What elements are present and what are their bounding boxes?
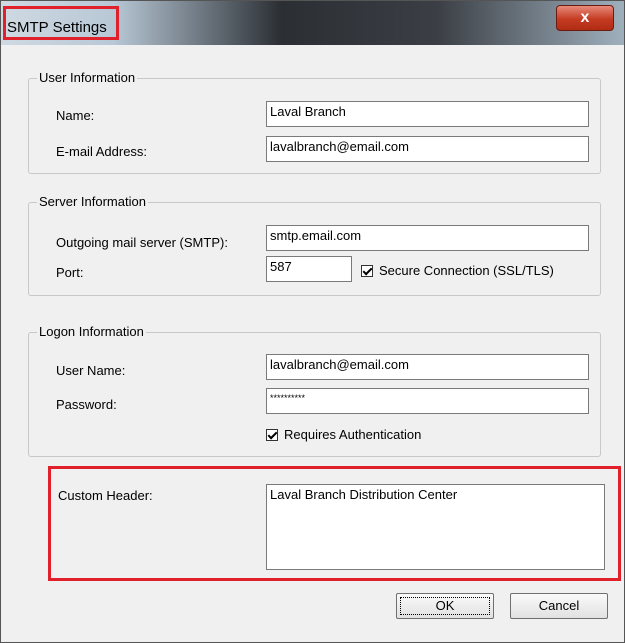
window-title: SMTP Settings — [7, 19, 107, 36]
email-label: E-mail Address: — [56, 144, 148, 159]
username-label: User Name: — [56, 363, 126, 378]
port-label: Port: — [56, 265, 84, 280]
smtp-server-input[interactable]: smtp.email.com — [266, 225, 589, 251]
secure-connection-check-icon[interactable] — [361, 264, 373, 277]
smtp-settings-dialog: SMTP Settings x User Information Name: L… — [0, 0, 625, 643]
username-input[interactable]: lavalbranch@email.com — [266, 354, 589, 380]
secure-connection-label: Secure Connection (SSL/TLS) — [379, 263, 554, 278]
requires-authentication-checkbox[interactable]: Requires Authentication — [266, 427, 421, 442]
secure-connection-checkbox[interactable]: Secure Connection (SSL/TLS) — [361, 263, 554, 278]
user-information-legend: User Information — [37, 70, 138, 85]
smtp-server-label: Outgoing mail server (SMTP): — [56, 235, 228, 250]
ok-button[interactable]: OK — [396, 593, 494, 619]
name-input[interactable]: Laval Branch — [266, 101, 589, 127]
close-icon: x — [580, 9, 590, 26]
title-bar[interactable]: SMTP Settings x — [1, 1, 624, 45]
custom-header-textarea[interactable]: Laval Branch Distribution Center — [266, 484, 605, 570]
custom-header-label: Custom Header: — [58, 488, 153, 503]
requires-authentication-label: Requires Authentication — [284, 427, 422, 442]
password-input[interactable]: ********** — [266, 388, 589, 414]
requires-authentication-check-icon[interactable] — [266, 428, 278, 441]
port-input[interactable]: 587 — [266, 256, 352, 282]
server-information-legend: Server Information — [37, 194, 148, 209]
cancel-label: Cancel — [538, 598, 580, 613]
cancel-button[interactable]: Cancel — [510, 593, 608, 619]
ok-focus-rectangle — [400, 597, 490, 615]
password-label: Password: — [56, 397, 117, 412]
name-label: Name: — [56, 108, 95, 123]
email-input[interactable]: lavalbranch@email.com — [266, 136, 589, 162]
logon-information-legend: Logon Information — [37, 324, 146, 339]
close-button[interactable]: x — [556, 5, 614, 31]
